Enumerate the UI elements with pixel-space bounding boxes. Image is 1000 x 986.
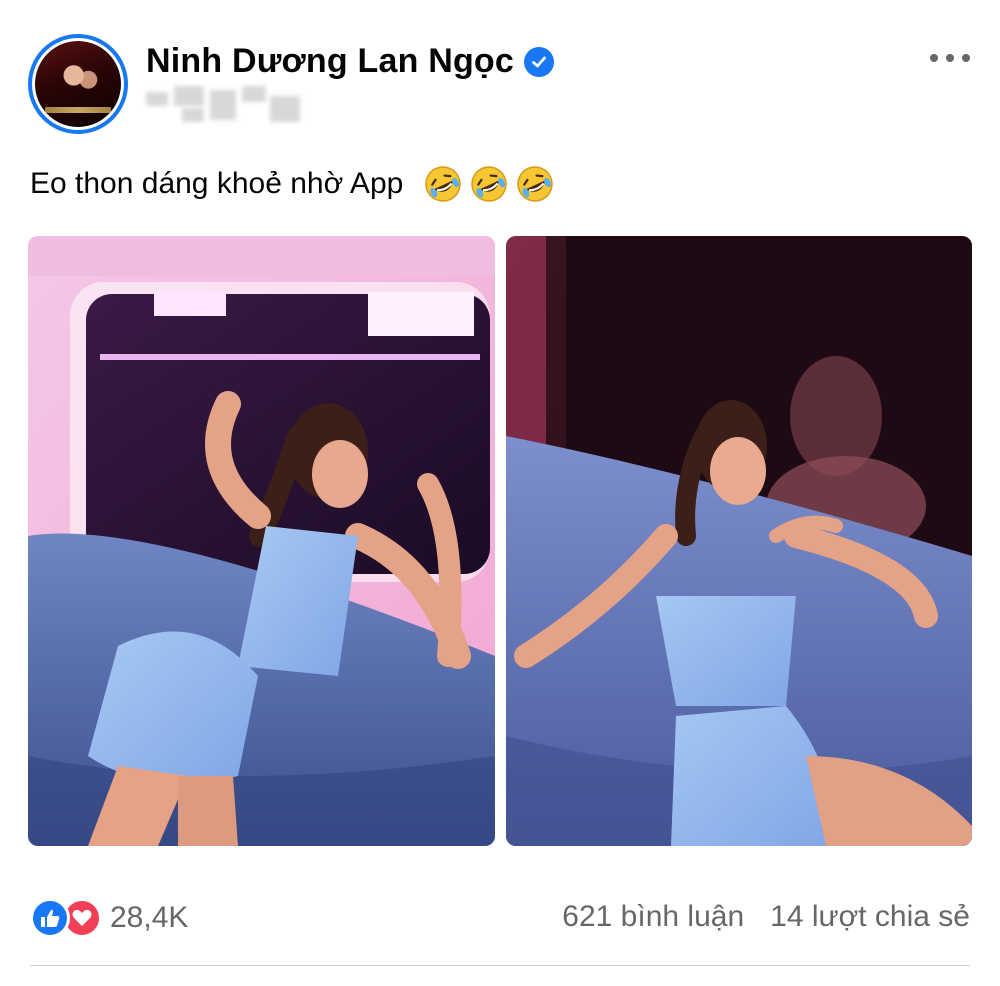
rolling-laughing-emoji-icon	[425, 166, 462, 202]
more-dot-icon	[930, 54, 938, 62]
post-timestamp-blurred	[146, 86, 302, 126]
avatar-image	[35, 41, 121, 127]
rolling-laughing-emoji-icon	[517, 166, 554, 202]
author-name[interactable]: Ninh Dương Lan Ngọc	[146, 42, 514, 81]
photo-left-image	[28, 236, 495, 846]
post-photo-right[interactable]	[506, 236, 972, 846]
verified-badge-icon	[524, 46, 555, 77]
reaction-count: 28,4K	[110, 901, 189, 934]
facebook-post: Ninh Dương Lan Ngọc Eo thon dáng khoẻ nh…	[0, 0, 1000, 986]
photo-right-image	[506, 236, 972, 846]
more-dot-icon	[946, 54, 954, 62]
more-options-button[interactable]	[926, 46, 974, 70]
footer-divider	[30, 965, 970, 966]
comment-count-link[interactable]: 621 bình luận	[562, 900, 744, 934]
post-caption: Eo thon dáng khoẻ nhờ App	[30, 164, 555, 204]
avatar[interactable]	[28, 34, 128, 134]
post-header: Ninh Dương Lan Ngọc	[146, 42, 555, 81]
engagement-stats: 621 bình luận 14 lượt chia sẻ	[562, 900, 970, 934]
share-count-link[interactable]: 14 lượt chia sẻ	[770, 900, 970, 934]
avatar-poster-caption	[45, 107, 111, 113]
caption-text: Eo thon dáng khoẻ nhờ App	[30, 167, 404, 200]
reaction-summary[interactable]: 28,4K	[30, 898, 188, 938]
rolling-laughing-emoji-icon	[471, 166, 508, 202]
post-photo-left[interactable]	[28, 236, 495, 846]
more-dot-icon	[962, 54, 970, 62]
like-icon	[30, 898, 70, 938]
